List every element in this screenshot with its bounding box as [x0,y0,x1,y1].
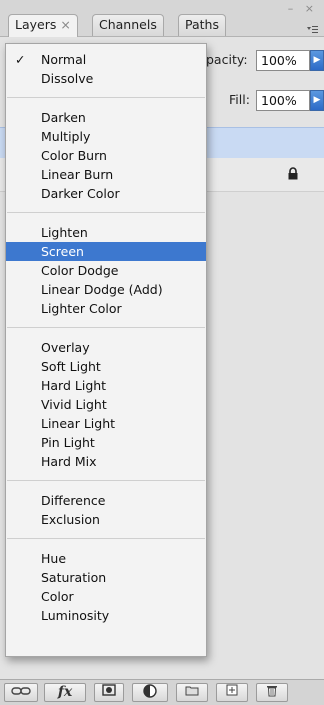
menu-item-linear-burn[interactable]: Linear Burn [6,165,206,184]
panel-menu-icon[interactable] [306,24,318,38]
menu-item-label: Overlay [41,340,90,355]
tab-paths[interactable]: Paths [178,14,226,36]
menu-item-hard-light[interactable]: Hard Light [6,376,206,395]
checkmark-icon: ✓ [15,52,26,67]
menu-item-label: Saturation [41,570,107,585]
menu-item-dissolve[interactable]: Dissolve [6,69,206,88]
new-layer-icon[interactable] [216,683,248,702]
layers-panel: Layers × Channels Paths – × pacity: 100% … [0,0,324,705]
tab-layers-label: Layers [15,17,57,32]
tab-channels-label: Channels [99,17,157,32]
trash-icon[interactable] [256,683,288,702]
menu-item-normal[interactable]: ✓ Normal [6,50,206,69]
fill-label: Fill: [229,92,250,107]
menu-item-multiply[interactable]: Multiply [6,127,206,146]
layer-mask-icon[interactable] [94,683,124,702]
menu-item-label: Exclusion [41,512,100,527]
menu-item-label: Lighter Color [41,301,122,316]
menu-item-hard-mix[interactable]: Hard Mix [6,452,206,471]
tab-layers[interactable]: Layers × [8,14,78,37]
menu-item-label: Color [41,589,74,604]
menu-item-label: Linear Burn [41,167,114,182]
menu-item-label: Luminosity [41,608,110,623]
blend-mode-menu: ✓ Normal Dissolve Darken Multiply Color Burn L… [5,43,207,657]
menu-item-linear-dodge-add[interactable]: Linear Dodge (Add) [6,280,206,299]
menu-item-color-burn[interactable]: Color Burn [6,146,206,165]
menu-item-overlay[interactable]: Overlay [6,338,206,357]
menu-item-lighten[interactable]: Lighten [6,223,206,242]
menu-item-label: Color Dodge [41,263,119,278]
menu-item-label: Normal [41,52,87,67]
tab-paths-label: Paths [185,17,219,32]
folder-icon[interactable] [176,683,208,702]
menu-item-pin-light[interactable]: Pin Light [6,433,206,452]
menu-item-darken[interactable]: Darken [6,108,206,127]
menu-item-label: Dissolve [41,71,94,86]
menu-item-saturation[interactable]: Saturation [6,568,206,587]
menu-item-label: Color Burn [41,148,107,163]
fill-arrow-icon[interactable]: ▶ [310,90,324,111]
tab-channels[interactable]: Channels [92,14,164,36]
menu-separator [7,538,205,539]
menu-separator [7,97,205,98]
menu-item-label: Screen [41,244,84,259]
menu-item-color[interactable]: Color [6,587,206,606]
menu-item-vivid-light[interactable]: Vivid Light [6,395,206,414]
tab-close-icon[interactable]: × [60,17,70,32]
menu-item-label: Linear Light [41,416,116,431]
menu-item-label: Darker Color [41,186,120,201]
menu-item-screen[interactable]: Screen [6,242,206,261]
menu-item-lighter-color[interactable]: Lighter Color [6,299,206,318]
opacity-arrow-icon[interactable]: ▶ [310,50,324,71]
layers-toolbar: fx [0,679,324,705]
menu-item-darker-color[interactable]: Darker Color [6,184,206,203]
menu-item-label: Difference [41,493,106,508]
menu-item-linear-light[interactable]: Linear Light [6,414,206,433]
menu-item-label: Hard Mix [41,454,97,469]
opacity-input[interactable]: 100% [256,50,310,71]
menu-item-label: Hue [41,551,67,566]
menu-item-difference[interactable]: Difference [6,491,206,510]
menu-item-label: Lighten [41,225,88,240]
menu-item-label: Hard Light [41,378,107,393]
adjustment-layer-icon[interactable] [132,683,168,702]
fx-label: fx [57,684,73,700]
menu-item-hue[interactable]: Hue [6,549,206,568]
lock-icon [287,167,299,184]
fx-button[interactable]: fx [44,683,86,702]
menu-item-label: Pin Light [41,435,95,450]
opacity-label: pacity: [206,52,248,67]
menu-item-label: Multiply [41,129,91,144]
menu-item-luminosity[interactable]: Luminosity [6,606,206,625]
panel-tab-strip: Layers × Channels Paths – × [0,0,324,37]
menu-item-soft-light[interactable]: Soft Light [6,357,206,376]
menu-item-label: Vivid Light [41,397,107,412]
fill-input[interactable]: 100% [256,90,310,111]
link-icon[interactable] [4,683,38,702]
menu-item-color-dodge[interactable]: Color Dodge [6,261,206,280]
menu-item-label: Darken [41,110,86,125]
window-controls[interactable]: – × [288,2,318,15]
menu-separator [7,212,205,213]
menu-separator [7,327,205,328]
menu-item-exclusion[interactable]: Exclusion [6,510,206,529]
menu-separator [7,480,205,481]
menu-item-label: Linear Dodge (Add) [41,282,163,297]
menu-item-label: Soft Light [41,359,101,374]
